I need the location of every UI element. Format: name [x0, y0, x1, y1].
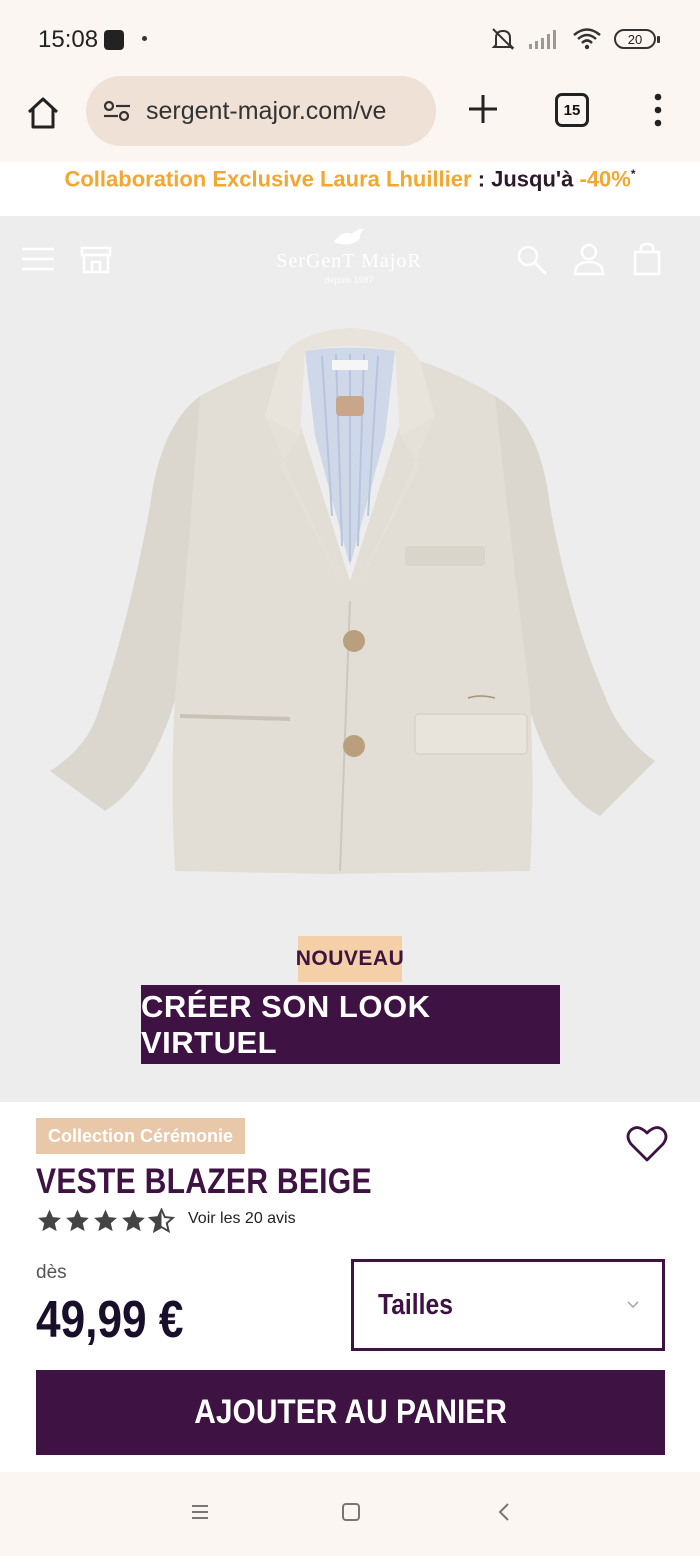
wifi-icon [573, 28, 601, 50]
tabs-icon[interactable]: 15 [555, 93, 589, 127]
status-bar: 15:08 20 [0, 0, 700, 74]
account-icon[interactable] [573, 242, 605, 276]
store-icon[interactable] [80, 244, 112, 274]
back-icon[interactable] [496, 1502, 512, 1522]
promo-note: * [630, 167, 636, 181]
price-prefix: dès [36, 1262, 67, 1283]
heart-icon[interactable] [626, 1124, 668, 1164]
mute-bell-icon [491, 28, 515, 50]
plus-icon[interactable] [466, 92, 500, 126]
more-notifications-dot [142, 36, 147, 41]
promo-discount: -40% [579, 166, 631, 192]
battery-level: 20 [627, 31, 643, 47]
add-to-cart-button[interactable]: AJOUTER AU PANIER [36, 1370, 665, 1455]
search-icon[interactable] [516, 244, 548, 276]
bird-logo-icon [334, 228, 364, 245]
product-image[interactable] [40, 316, 660, 886]
add-to-cart-label: AJOUTER AU PANIER [194, 1393, 507, 1431]
product-image-area: SerGenT MajoR depuis 1987 NOUVEAU CRÉER … [0, 216, 700, 1102]
star-icon [122, 1209, 145, 1232]
recents-icon[interactable] [190, 1502, 210, 1522]
reviews-link[interactable]: Voir les 20 avis [188, 1210, 296, 1228]
collection-tag[interactable]: Collection Cérémonie [36, 1118, 246, 1154]
promo-banner[interactable]: Collaboration Exclusive Laura Lhuillier … [0, 162, 700, 216]
notification-icon [104, 30, 124, 50]
address-bar[interactable]: sergent-major.com/ve [86, 76, 436, 146]
browser-toolbar: sergent-major.com/ve 15 [0, 74, 700, 162]
product-info: Collection Cérémonie VESTE BLAZER BEIGE … [0, 1102, 700, 1472]
site-settings-icon[interactable] [102, 99, 132, 123]
tab-count: 15 [563, 101, 581, 119]
bag-icon[interactable] [633, 242, 661, 276]
url-text: sergent-major.com/ve [146, 96, 387, 125]
home-icon[interactable] [24, 94, 62, 132]
product-price: 49,99 € [36, 1291, 184, 1349]
star-half-icon [148, 1208, 175, 1234]
logo-name: SerGenT MajoR [276, 250, 422, 272]
new-badge: NOUVEAU [296, 936, 404, 982]
home-nav-icon[interactable] [341, 1502, 361, 1522]
chevron-down-icon [627, 1301, 639, 1309]
hamburger-icon[interactable] [22, 246, 54, 272]
star-icon [66, 1209, 89, 1232]
promo-highlight: Collaboration Exclusive Laura Lhuillier [64, 166, 472, 192]
star-icon [38, 1209, 61, 1232]
logo-subtitle: depuis 1987 [324, 275, 374, 285]
signal-icon [529, 30, 556, 49]
promo-text: : Jusqu'à [471, 166, 580, 192]
system-nav-bar [0, 1472, 700, 1556]
star-icon [94, 1209, 117, 1232]
clock: 15:08 [38, 26, 99, 53]
battery-indicator: 20 [614, 29, 660, 49]
virtual-look-button[interactable]: CRÉER SON LOOK VIRTUEL [141, 985, 560, 1064]
size-select-label: Tailles [378, 1288, 453, 1321]
product-title: VESTE BLAZER BEIGE [36, 1162, 372, 1201]
overflow-menu-icon[interactable] [648, 92, 668, 128]
size-select[interactable]: Tailles [351, 1259, 665, 1351]
rating-stars[interactable] [36, 1208, 175, 1234]
brand-logo[interactable]: SerGenT MajoR depuis 1987 [264, 226, 434, 296]
